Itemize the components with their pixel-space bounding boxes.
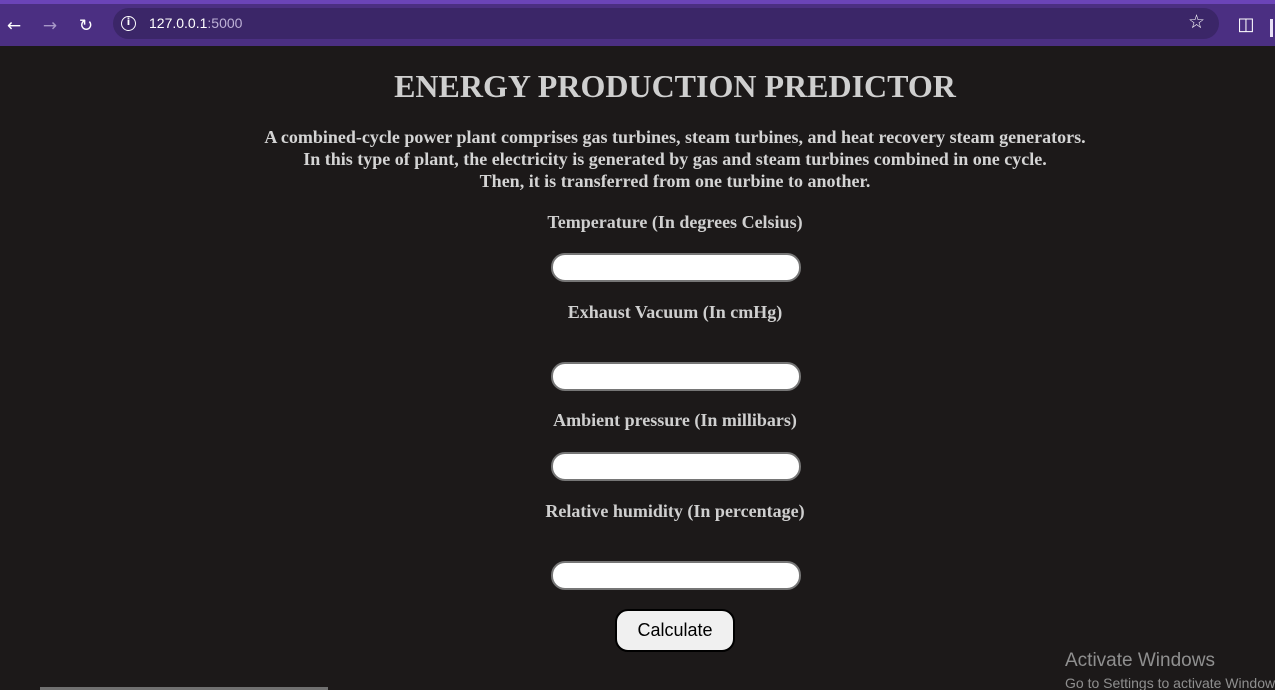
relative-humidity-input[interactable] bbox=[551, 561, 801, 590]
temperature-input[interactable] bbox=[551, 253, 801, 282]
activate-windows-watermark: Activate Windows Go to Settings to activ… bbox=[1065, 650, 1275, 690]
temperature-label: Temperature (In degrees Celsius) bbox=[547, 212, 803, 232]
exhaust-vacuum-label: Exhaust Vacuum (In cmHg) bbox=[567, 302, 783, 322]
url-host: 127.0.0.1 bbox=[149, 15, 208, 31]
url-port: :5000 bbox=[207, 15, 243, 31]
forward-arrow-icon[interactable]: → bbox=[36, 12, 64, 40]
reload-icon[interactable]: ↻ bbox=[72, 12, 100, 40]
puzzle-icon[interactable]: ◫ bbox=[1234, 13, 1258, 37]
ambient-pressure-label: Ambient pressure (In millibars) bbox=[553, 410, 797, 430]
address-bar[interactable]: i 127.0.0.1:5000 ☆ bbox=[113, 8, 1219, 39]
page-title: ENERGY PRODUCTION PREDICTOR bbox=[394, 68, 956, 104]
page-description: A combined-cycle power plant comprises g… bbox=[0, 126, 1275, 192]
profile-edge bbox=[1270, 19, 1273, 37]
browser-toolbar: ← → ↻ i 127.0.0.1:5000 ☆ ◫ bbox=[0, 0, 1275, 46]
calculate-button[interactable]: Calculate bbox=[615, 609, 735, 652]
watermark-title: Activate Windows bbox=[1065, 650, 1215, 671]
url-text[interactable]: 127.0.0.1:5000 bbox=[149, 15, 242, 31]
exhaust-vacuum-input[interactable] bbox=[551, 362, 801, 391]
description-line: Then, it is transferred from one turbine… bbox=[479, 171, 871, 191]
ambient-pressure-input[interactable] bbox=[551, 452, 801, 481]
watermark-subtitle: Go to Settings to activate Windows. bbox=[1065, 675, 1275, 690]
page-content: ENERGY PRODUCTION PREDICTOR A combined-c… bbox=[0, 46, 1275, 690]
description-line: A combined-cycle power plant comprises g… bbox=[264, 127, 1086, 147]
back-arrow-icon[interactable]: ← bbox=[0, 12, 28, 40]
info-icon[interactable]: i bbox=[121, 16, 136, 31]
description-line: In this type of plant, the electricity i… bbox=[303, 149, 1047, 169]
star-icon[interactable]: ☆ bbox=[1188, 11, 1205, 33]
relative-humidity-label: Relative humidity (In percentage) bbox=[545, 501, 805, 521]
